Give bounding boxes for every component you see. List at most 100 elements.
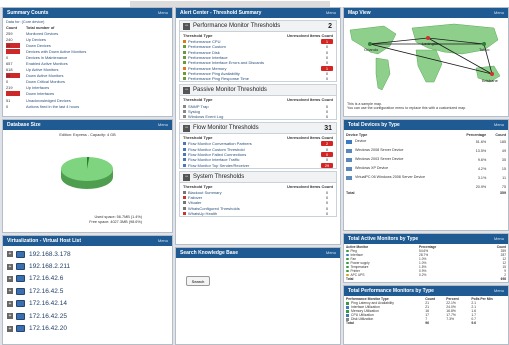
device-type-row[interactable]: Windows XP Device 4.2% 15 xyxy=(344,164,508,173)
virtual-host-item[interactable]: +192.168.2.211 xyxy=(7,260,168,272)
system-rows: Blackout Summary 0 Failover 0 Vitualer 0 Whats… xyxy=(180,190,336,216)
device-type-cell xyxy=(344,182,456,191)
virtual-host-ip[interactable]: 172.16.42.25 xyxy=(29,313,67,320)
virtual-host-ip[interactable]: 192.168.3.178 xyxy=(29,251,71,258)
threshold-label[interactable]: SNMP Trap xyxy=(188,104,321,109)
expand-icon[interactable]: + xyxy=(7,288,13,295)
threshold-label[interactable]: Flow Monitor Conversation Partners xyxy=(188,141,321,146)
device-type-row[interactable]: Windows 2003 Server Device 9.6% 35 xyxy=(344,155,508,164)
expand-icon[interactable]: + xyxy=(7,300,13,307)
expand-icon[interactable]: + xyxy=(7,263,13,270)
map-node[interactable] xyxy=(490,72,494,76)
threshold-label[interactable]: Performance Memory xyxy=(188,66,321,71)
virtual-host-ip[interactable]: 172.16.42.20 xyxy=(29,325,67,332)
threshold-label[interactable]: Performance Custom xyxy=(188,44,321,49)
summary-label[interactable]: Down Active Monitors xyxy=(26,73,63,78)
perf-col-type: Threshold Type xyxy=(183,33,213,38)
virtual-host-item[interactable]: +192.168.3.178 xyxy=(7,248,168,260)
threshold-label[interactable]: Flow Monitor Interface Traffic xyxy=(188,157,321,162)
active-menu-button[interactable]: Menu xyxy=(494,234,504,244)
vhost-menu-button[interactable]: Menu xyxy=(158,236,168,246)
threshold-label[interactable]: Vitualer xyxy=(188,200,321,205)
summary-label[interactable]: Up Devices xyxy=(26,37,46,42)
summary-filter[interactable]: Data for: (Core device) xyxy=(3,18,172,26)
map-menu-button[interactable]: Menu xyxy=(494,8,504,18)
virtual-host-ip[interactable]: 172.16.42.5 xyxy=(29,288,63,295)
threshold-label[interactable]: Flow Monitor Failed Connections xyxy=(188,152,321,157)
expand-icon[interactable]: + xyxy=(7,251,13,258)
collapse-icon[interactable]: − xyxy=(183,23,190,30)
search-button[interactable]: Search xyxy=(186,276,210,286)
device-type-row[interactable]: 20.9% 75 xyxy=(344,182,508,191)
summary-label[interactable]: Up Active Monitors xyxy=(26,67,58,72)
dbsize-menu-button[interactable]: Menu xyxy=(158,120,168,130)
perf-thresholds-header[interactable]: − Performance Monitor Thresholds 2 xyxy=(180,21,336,32)
map-node[interactable] xyxy=(368,42,372,46)
threshold-row[interactable]: Performance Ping Response Time 0 xyxy=(180,76,336,81)
summary-label[interactable]: Devices in Maintenance xyxy=(26,55,67,60)
device-type-row[interactable]: Windows 2008 Server Device 13.5% 49 xyxy=(344,146,508,155)
summary-label[interactable]: Down Interfaces xyxy=(26,91,54,96)
collapse-icon[interactable]: − xyxy=(183,125,190,133)
devices-by-type-header: Total Devices by Type Menu xyxy=(344,120,508,130)
virtual-host-item[interactable]: +172.16.42.20 xyxy=(7,322,168,334)
summary-label[interactable]: Down Devices xyxy=(26,43,51,48)
world-map[interactable]: Orlando Lexington Tokyo Brisbane xyxy=(344,18,508,102)
collapse-icon[interactable]: − xyxy=(183,87,190,95)
threshold-row[interactable]: Flow Monitor Top Sender/Receiver 29 xyxy=(180,162,336,168)
threshold-label[interactable]: WhatsConfigured Thresholds xyxy=(188,206,321,211)
threshold-label[interactable]: Performance CPU xyxy=(188,39,321,44)
system-thresholds-header[interactable]: − System Thresholds xyxy=(180,171,336,183)
threshold-label[interactable]: Blackout Summary xyxy=(188,190,321,195)
threshold-label[interactable]: Performance Disk xyxy=(188,50,321,55)
virtual-host-item[interactable]: +172.16.42.6 xyxy=(7,273,168,285)
threshold-label[interactable]: Performance Ping Availability xyxy=(188,71,321,76)
summary-label[interactable]: Up Interfaces xyxy=(26,85,49,90)
expand-icon[interactable]: + xyxy=(7,313,13,320)
summary-label[interactable]: Devices with Down Active Monitors xyxy=(26,49,86,54)
threshold-label[interactable]: Performance Interface Errors and Discard… xyxy=(188,60,321,65)
virtual-host-ip[interactable]: 172.16.42.14 xyxy=(29,300,67,307)
virtual-host-list: +192.168.3.178 +192.168.2.211 +172.16.42.6… xyxy=(3,246,172,337)
device-type-name: Windows XP Device xyxy=(355,166,389,171)
device-type-row[interactable]: Device 51.6% 185 xyxy=(344,137,508,146)
threshold-label[interactable]: Syslog xyxy=(188,109,321,114)
collapse-icon[interactable]: − xyxy=(183,173,190,181)
knowledge-base-header: Search Knowledge Base Menu xyxy=(176,248,340,258)
virtual-host-item[interactable]: +172.16.42.25 xyxy=(7,310,168,322)
devtype-menu-button[interactable]: Menu xyxy=(494,120,504,130)
threshold-row[interactable]: WhatsUp Health 0 xyxy=(180,211,336,216)
dbsize-pie-chart xyxy=(61,157,113,189)
summary-label[interactable]: Down Critical Monitors xyxy=(26,79,65,84)
summary-label[interactable]: Actions fired in the last 4 hours xyxy=(26,104,79,109)
virtual-host-ip[interactable]: 192.168.2.211 xyxy=(29,263,70,270)
passive-thresholds-header[interactable]: − Passive Monitor Thresholds xyxy=(180,85,336,97)
threshold-label[interactable]: Flow Monitor Top Sender/Receiver xyxy=(188,163,321,168)
expand-icon[interactable]: + xyxy=(7,325,13,332)
threshold-label[interactable]: Performance Interface xyxy=(188,55,321,60)
summary-label[interactable]: Monitored Devices xyxy=(26,31,58,36)
map-node[interactable] xyxy=(426,36,430,40)
summary-count: 39 xyxy=(6,73,20,79)
threshold-row[interactable]: Windows Event Log 0 xyxy=(180,114,336,119)
summary-label[interactable]: Enabled Active Monitors xyxy=(26,61,68,66)
kb-menu-button[interactable]: Menu xyxy=(326,248,336,258)
virtual-host-item[interactable]: +172.16.42.14 xyxy=(7,298,168,310)
device-type-name: Windows 2003 Server Device xyxy=(355,157,404,162)
summary-label[interactable]: Unacknowledged Devices xyxy=(26,98,71,103)
threshold-count: 1 xyxy=(321,39,333,45)
virtual-host-item[interactable]: +172.16.42.5 xyxy=(7,285,168,297)
threshold-label[interactable]: Flow Monitor Custom Threshold xyxy=(188,147,321,152)
map-node[interactable] xyxy=(482,42,486,46)
flow-thresholds-header[interactable]: − Flow Monitor Thresholds 31 xyxy=(180,123,336,135)
expand-icon[interactable]: + xyxy=(7,275,13,282)
alert-menu-button[interactable]: Menu xyxy=(326,8,336,18)
virtual-host-ip[interactable]: 172.16.42.6 xyxy=(29,275,63,282)
threshold-label[interactable]: Windows Event Log xyxy=(188,114,321,119)
threshold-label[interactable]: WhatsUp Health xyxy=(188,211,321,216)
summary-menu-button[interactable]: Menu xyxy=(158,8,168,18)
threshold-label[interactable]: Performance Ping Response Time xyxy=(188,76,321,81)
device-type-row[interactable]: VirtualPC 06 Windows 2008 Server Device 3… xyxy=(344,173,508,182)
perfmon-menu-button[interactable]: Menu xyxy=(494,286,504,296)
threshold-label[interactable]: Failover xyxy=(188,195,321,200)
